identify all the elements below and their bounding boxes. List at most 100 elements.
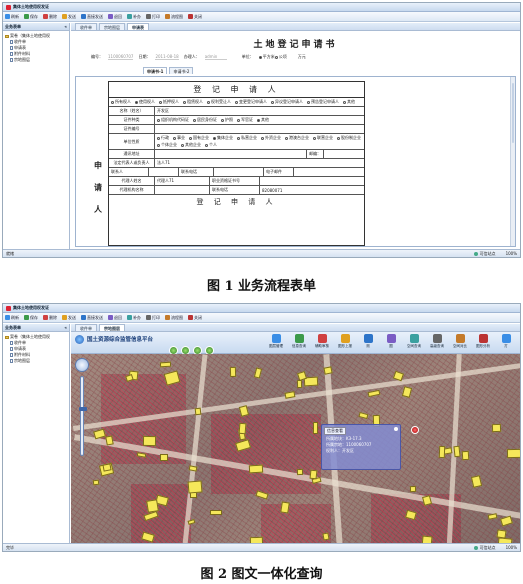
- toolbar-button[interactable]: 刷新: [5, 14, 19, 20]
- map-tool-button[interactable]: 图层管理: [266, 334, 286, 349]
- radio-option[interactable]: 集体企业: [213, 135, 233, 141]
- land-parcel[interactable]: [496, 529, 507, 539]
- postcode-field[interactable]: [324, 150, 364, 158]
- address-field[interactable]: [155, 150, 307, 158]
- radio-option[interactable]: 个体企业: [157, 142, 177, 148]
- subtab-item[interactable]: 申请书-1: [143, 67, 168, 74]
- radio-button-icon[interactable]: [173, 136, 176, 140]
- toolbar-button[interactable]: 保存: [24, 14, 38, 20]
- radio-button-icon[interactable]: [235, 100, 238, 104]
- agent-cert-field[interactable]: [260, 177, 364, 185]
- toolbar-button[interactable]: 打印: [146, 14, 160, 20]
- close-icon[interactable]: [394, 427, 398, 431]
- radio-option[interactable]: 组织机构代码证: [157, 117, 189, 123]
- radio-button-icon[interactable]: [257, 118, 260, 122]
- vertical-scrollbar[interactable]: [510, 77, 515, 246]
- land-parcel[interactable]: [210, 510, 223, 516]
- radio-button-icon[interactable]: [157, 143, 160, 147]
- radio-option[interactable]: 港澳台企业: [285, 135, 309, 141]
- radio-option[interactable]: 个人: [205, 142, 217, 148]
- land-parcel[interactable]: [401, 386, 412, 398]
- radio-button-icon[interactable]: [285, 136, 288, 140]
- land-parcel[interactable]: [297, 379, 303, 388]
- land-parcel[interactable]: [462, 451, 470, 461]
- collapse-icon[interactable]: «: [64, 325, 67, 330]
- land-parcel[interactable]: [309, 469, 318, 480]
- radio-option[interactable]: 事业: [173, 135, 185, 141]
- date-field[interactable]: 2011-08-18: [155, 54, 179, 60]
- toolbar-button[interactable]: 退回: [108, 315, 122, 321]
- agency-phone-field[interactable]: 82080071: [260, 186, 364, 194]
- email-field[interactable]: [294, 168, 364, 176]
- radio-option[interactable]: 护照: [221, 117, 233, 123]
- toolbar-button[interactable]: 流程图: [165, 315, 183, 321]
- land-parcel[interactable]: [249, 464, 264, 474]
- toolbar-button[interactable]: 发送: [62, 14, 76, 20]
- id-no-field[interactable]: [155, 125, 364, 133]
- radio-option[interactable]: 权利受让人: [207, 99, 231, 105]
- toolbar-button[interactable]: 删除: [43, 14, 57, 20]
- map-tool-button[interactable]: 图形上报: [335, 334, 355, 349]
- radio-option[interactable]: 公顷: [274, 54, 287, 59]
- radio-button-icon[interactable]: [111, 100, 114, 104]
- agency-field[interactable]: [155, 186, 210, 194]
- zoom-slider[interactable]: [79, 376, 87, 456]
- radio-option[interactable]: 股份制企业: [337, 135, 361, 141]
- land-parcel[interactable]: [102, 463, 112, 472]
- radio-button-icon[interactable]: [313, 136, 316, 140]
- radio-option[interactable]: 其他企业: [181, 142, 201, 148]
- map-tool-button[interactable]: 辅助审核: [312, 334, 332, 349]
- radio-button-icon[interactable]: [181, 143, 184, 147]
- land-parcel[interactable]: [409, 485, 417, 492]
- radio-button-icon[interactable]: [271, 100, 274, 104]
- contact-field[interactable]: [149, 168, 179, 176]
- radio-option[interactable]: 私营企业: [237, 135, 257, 141]
- radio-button-icon[interactable]: [237, 118, 240, 122]
- land-parcel[interactable]: [239, 404, 250, 417]
- land-parcel[interactable]: [238, 422, 247, 435]
- map-tool-button[interactable]: 空间对比: [450, 334, 470, 349]
- radio-option[interactable]: 居民身份证: [193, 117, 217, 123]
- agent-field[interactable]: 代理人71: [155, 177, 210, 185]
- land-parcel[interactable]: [159, 454, 168, 462]
- land-parcel[interactable]: [187, 480, 202, 494]
- map-tool-button[interactable]: 空间查询: [404, 334, 424, 349]
- radio-option[interactable]: 联营企业: [313, 135, 333, 141]
- radio-button-icon[interactable]: [207, 100, 210, 104]
- radio-button-icon[interactable]: [193, 118, 196, 122]
- pan-control-icon[interactable]: [75, 358, 89, 372]
- toolbar-button[interactable]: 发送: [62, 315, 76, 321]
- land-parcel[interactable]: [142, 436, 157, 447]
- toolbar-button[interactable]: 关闭: [188, 315, 202, 321]
- tree-item[interactable]: 宗地图层: [5, 358, 67, 364]
- radio-button-icon[interactable]: [307, 100, 310, 104]
- number-field[interactable]: 1100060707: [108, 54, 134, 60]
- location-marker-icon[interactable]: [411, 426, 419, 434]
- radio-option[interactable]: 变更登记申请人: [235, 99, 267, 105]
- handler-field[interactable]: admin: [204, 54, 227, 60]
- zoom-slider-knob[interactable]: [79, 407, 87, 411]
- contact-phone-field[interactable]: [214, 168, 264, 176]
- land-parcel[interactable]: [159, 361, 172, 368]
- radio-button-icon[interactable]: [274, 55, 278, 59]
- land-parcel[interactable]: [187, 518, 195, 525]
- radio-option[interactable]: 使用权人: [135, 99, 155, 105]
- radio-button-icon[interactable]: [157, 118, 160, 122]
- radio-option[interactable]: 抵押权人: [159, 99, 179, 105]
- land-parcel[interactable]: [506, 448, 520, 458]
- name-field[interactable]: 开发区: [155, 107, 364, 115]
- radio-option[interactable]: 所有权人: [111, 99, 131, 105]
- radio-option[interactable]: 外资企业: [261, 135, 281, 141]
- land-parcel[interactable]: [146, 498, 160, 513]
- radio-option[interactable]: 租赁权人: [183, 99, 203, 105]
- land-parcel[interactable]: [471, 474, 483, 488]
- map-tool-button[interactable]: 测: [358, 334, 378, 349]
- radio-button-icon[interactable]: [258, 55, 262, 59]
- toolbar-button[interactable]: 补办: [127, 315, 141, 321]
- radio-option[interactable]: 其他: [257, 117, 269, 123]
- toolbar-button[interactable]: 直接发送: [81, 315, 103, 321]
- toolbar-button[interactable]: 流程图: [165, 14, 183, 20]
- toolbar-button[interactable]: 直接发送: [81, 14, 103, 20]
- scroll-thumb[interactable]: [512, 83, 514, 143]
- tab-item[interactable]: 申请表: [127, 23, 149, 30]
